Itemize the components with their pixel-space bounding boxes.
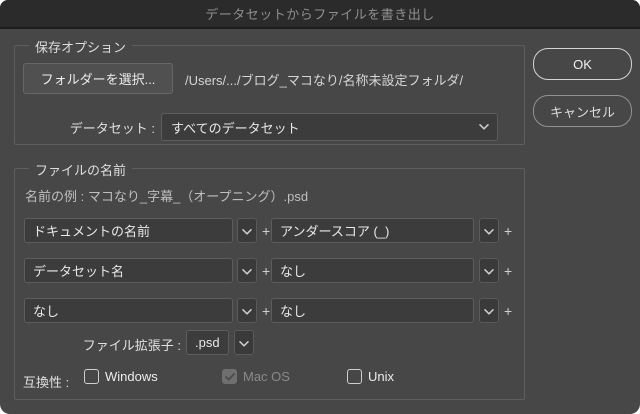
export-datasets-dialog: データセットからファイルを書き出し OK キャンセル 保存オプション フォルダー…	[0, 0, 640, 414]
dialog-title: データセットからファイルを書き出し	[205, 7, 435, 22]
name-token-dropdown-button-2[interactable]	[479, 218, 499, 243]
name-token-dropdown-button-6[interactable]	[479, 298, 499, 323]
compat-unix-option: Unix	[347, 369, 394, 384]
plus-separator: +	[504, 262, 513, 279]
cancel-button[interactable]: キャンセル	[533, 95, 632, 127]
dataset-label: データセット :	[69, 121, 155, 136]
dialog-titlebar: データセットからファイルを書き出し	[0, 0, 640, 29]
name-token-row: なし + なし +	[15, 298, 524, 323]
compat-windows-option: Windows	[84, 369, 158, 384]
plus-separator: +	[504, 302, 513, 319]
chevron-down-icon	[242, 302, 252, 320]
chevron-down-icon	[242, 222, 252, 240]
name-token-row: データセット名 + なし +	[15, 258, 524, 283]
cancel-button-label: キャンセル	[549, 104, 615, 120]
folder-path-text: /Users/.../ブログ_マコなり/名称未設定フォルダ/	[185, 73, 464, 88]
chevron-down-icon	[242, 262, 252, 280]
macos-checkbox	[222, 369, 237, 384]
plus-separator: +	[262, 302, 271, 319]
ok-button[interactable]: OK	[533, 48, 632, 80]
save-options-group: 保存オプション フォルダーを選択... /Users/.../ブログ_マコなり/…	[14, 37, 525, 145]
file-name-group: ファイルの名前 名前の例 : マコなり_字幕_（オープニング）.psd ドキュメ…	[14, 160, 525, 400]
dataset-select[interactable]: すべてのデータセット	[161, 113, 498, 141]
name-token-dropdown-button-4[interactable]	[479, 258, 499, 283]
name-token-field-1[interactable]: ドキュメントの名前	[24, 218, 233, 243]
compat-macos-option: Mac OS	[222, 369, 290, 384]
ok-button-label: OK	[573, 56, 592, 72]
file-extension-field[interactable]: .psd	[186, 330, 229, 355]
file-extension-label: ファイル拡張子 :	[82, 338, 181, 353]
unix-checkbox-label: Unix	[368, 369, 395, 384]
windows-checkbox-label: Windows	[105, 369, 158, 384]
file-name-example: 名前の例 : マコなり_字幕_（オープニング）.psd	[25, 189, 309, 204]
chevron-down-icon	[484, 302, 494, 320]
name-token-dropdown-button-5[interactable]	[237, 298, 257, 323]
choose-folder-button[interactable]: フォルダーを選択...	[23, 63, 173, 94]
name-token-field-4[interactable]: なし	[271, 258, 474, 283]
windows-checkbox[interactable]	[84, 369, 99, 384]
name-token-field-5[interactable]: なし	[24, 298, 233, 323]
plus-separator: +	[262, 222, 271, 239]
name-token-field-6[interactable]: なし	[271, 298, 474, 323]
plus-separator: +	[504, 222, 513, 239]
choose-folder-button-label: フォルダーを選択...	[40, 72, 156, 87]
name-token-dropdown-button-3[interactable]	[237, 258, 257, 283]
name-token-field-2[interactable]: アンダースコア (_)	[271, 218, 474, 243]
plus-separator: +	[262, 262, 271, 279]
file-name-legend: ファイルの名前	[29, 160, 133, 179]
dataset-select-value: すべてのデータセット	[171, 120, 300, 136]
macos-checkbox-label: Mac OS	[243, 369, 290, 384]
chevron-down-icon	[239, 334, 249, 352]
chevron-down-icon	[484, 222, 494, 240]
name-token-row: ドキュメントの名前 + アンダースコア (_) +	[15, 218, 524, 243]
file-extension-dropdown-button[interactable]	[234, 330, 254, 355]
name-token-dropdown-button-1[interactable]	[237, 218, 257, 243]
chevron-down-icon	[479, 124, 497, 130]
chevron-down-icon	[484, 262, 494, 280]
compatibility-label: 互換性 :	[23, 375, 70, 390]
name-token-field-3[interactable]: データセット名	[24, 258, 233, 283]
save-options-legend: 保存オプション	[29, 37, 133, 56]
unix-checkbox[interactable]	[347, 369, 362, 384]
